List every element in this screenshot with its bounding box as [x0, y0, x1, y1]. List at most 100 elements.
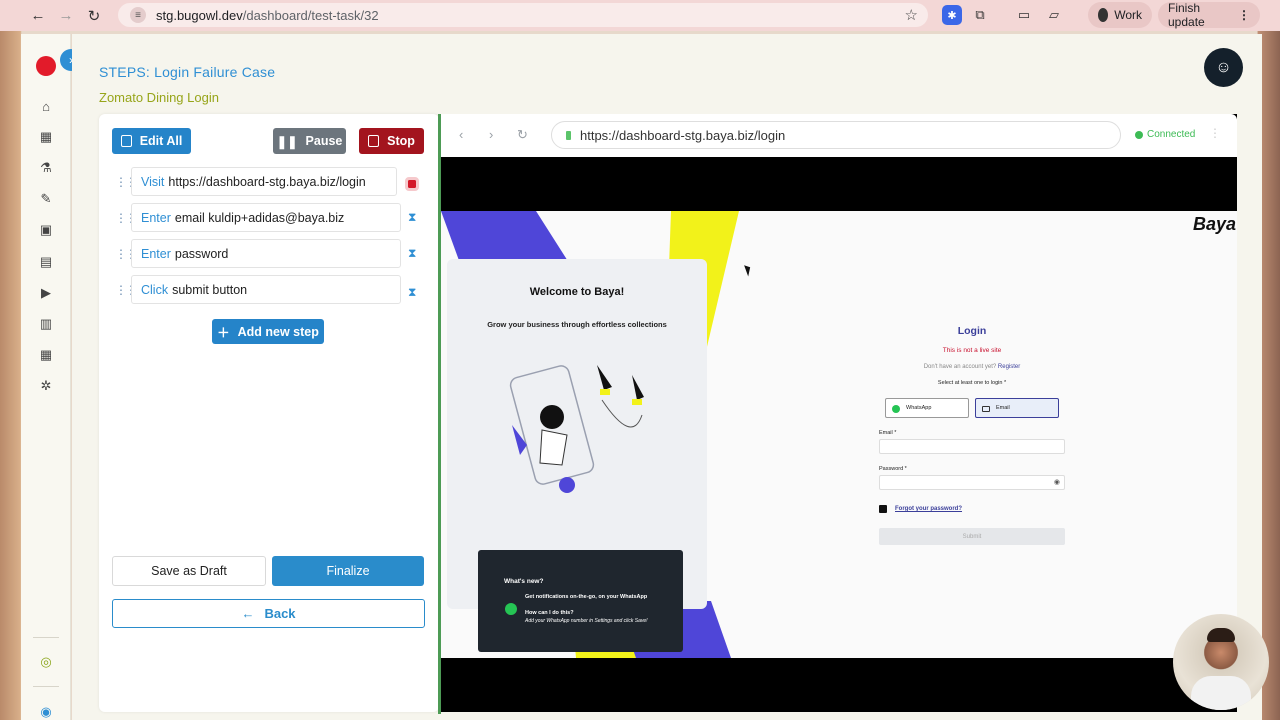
back-label: Back — [264, 606, 296, 621]
save-draft-button[interactable]: Save as Draft — [112, 556, 266, 586]
steps-panel: Edit All ❚❚ Pause Stop ⋮⋮ Visit https://da… — [99, 114, 439, 712]
email-label: Email * — [879, 430, 897, 436]
calendar-icon[interactable]: ▦ — [36, 345, 56, 365]
webcam-person — [1191, 676, 1251, 710]
webcam-person — [1207, 628, 1235, 642]
page-title: STEPS: Login Failure Case — [99, 64, 276, 80]
update-label: Finish update — [1168, 1, 1205, 29]
embedded-url-bar[interactable]: https://dashboard-stg.baya.biz/login — [551, 121, 1121, 149]
step-verb: Enter — [141, 210, 171, 225]
embedded-browser-toolbar: ‹ › ↻ https://dashboard-stg.baya.biz/log… — [441, 114, 1237, 157]
email-option[interactable]: Email — [975, 398, 1059, 418]
pause-icon: ❚❚ — [276, 134, 298, 149]
step-verb: Enter — [141, 246, 171, 261]
finalize-button[interactable]: Finalize — [272, 556, 424, 586]
step-item[interactable]: Enter password — [131, 239, 401, 268]
email-field[interactable] — [879, 439, 1065, 454]
embedded-back-icon[interactable]: ‹ — [459, 127, 463, 142]
email-option-label: Email — [996, 405, 1010, 411]
profile-button[interactable]: Work — [1088, 2, 1152, 28]
welcome-title: Welcome to Baya! — [529, 286, 625, 298]
password-field[interactable]: ◉ — [879, 475, 1065, 490]
reading-list-icon[interactable]: ▭ — [1014, 5, 1034, 25]
status-dot-icon — [1135, 130, 1143, 139]
finish-update-button[interactable]: Finish update ⋮ — [1158, 1, 1260, 29]
clipboard-icon — [120, 135, 132, 147]
pause-button[interactable]: ❚❚ Pause — [273, 128, 346, 154]
site-settings-icon[interactable]: ≡ — [130, 7, 146, 23]
live-site-warning: This is not a live site — [942, 347, 1002, 354]
bookmark-star-icon[interactable]: ☆ — [905, 6, 918, 24]
settings-gear-icon[interactable]: ✲ — [36, 376, 56, 396]
stop-button[interactable]: Stop — [359, 128, 424, 154]
address-bar[interactable]: ≡ stg.bugowl.dev/dashboard/test-task/32 … — [118, 3, 928, 27]
embedded-forward-icon[interactable]: › — [489, 127, 493, 142]
whatsapp-option[interactable]: WhatsApp — [885, 398, 969, 418]
video-play-icon[interactable]: ▶ — [36, 283, 56, 303]
no-account-text: Don't have an account yet? — [923, 364, 997, 370]
stop-label: Stop — [387, 134, 415, 148]
mail-icon — [982, 406, 990, 412]
help-lifebuoy-icon[interactable]: ◎ — [36, 652, 56, 672]
flask-icon[interactable]: ⚗ — [36, 158, 56, 178]
profile-label: Work — [1114, 8, 1142, 22]
step-text: https://dashboard-stg.baya.biz/login — [168, 174, 366, 189]
embedded-browser: ‹ › ↻ https://dashboard-stg.baya.biz/log… — [441, 114, 1237, 712]
forgot-password-link[interactable]: Forgot your password? — [895, 506, 962, 512]
more-vert-icon[interactable]: ⋮ — [1209, 126, 1221, 140]
edit-all-label: Edit All — [139, 134, 183, 148]
back-arrow-icon[interactable]: ← — [27, 5, 49, 27]
home-icon[interactable]: ⌂ — [36, 96, 56, 116]
document-icon[interactable]: ▤ — [36, 252, 56, 272]
hourglass-icon: ⧗ — [408, 285, 417, 299]
extension-icon[interactable]: ✱ — [942, 5, 962, 25]
puzzle-icon[interactable]: ⧉ — [970, 5, 990, 25]
whats-new-question: How can I do this? — [525, 610, 574, 616]
back-button[interactable]: ← Back — [112, 599, 425, 628]
embedded-url-text: https://dashboard-stg.baya.biz/login — [580, 127, 786, 143]
url-host: stg.bugowl.dev — [156, 7, 243, 23]
step-item[interactable]: Click submit button — [131, 275, 401, 304]
pause-label: Pause — [305, 134, 343, 148]
illustration-image — [509, 365, 644, 493]
whatsapp-option-label: WhatsApp — [906, 405, 932, 411]
page-subtitle: Zomato Dining Login — [99, 90, 219, 105]
welcome-card: Welcome to Baya! Grow your business thro… — [447, 259, 707, 652]
submit-button[interactable]: Submit — [879, 528, 1065, 545]
step-verb: Visit — [141, 174, 165, 189]
pencil-icon[interactable]: ✎ — [36, 189, 56, 209]
step-item[interactable]: Enter email kuldip+adidas@baya.biz — [131, 203, 401, 232]
forward-arrow-icon[interactable]: → — [55, 5, 77, 27]
reload-icon[interactable]: ↻ — [83, 5, 105, 27]
whats-new-card: What's new? Get notifications on-the-go,… — [478, 550, 683, 652]
select-login-prompt: Select at least one to login * — [937, 380, 1007, 386]
analytics-icon[interactable]: ▥ — [36, 314, 56, 334]
app-logo — [36, 56, 56, 76]
secure-icon — [566, 131, 571, 140]
add-step-label: Add new step — [237, 324, 319, 339]
edit-all-button[interactable]: Edit All — [112, 128, 191, 154]
main-content: STEPS: Login Failure Case Zomato Dining … — [72, 34, 1262, 720]
owl-logo-icon: ◉ — [40, 704, 52, 719]
app-sidebar: › ⌂ ▦ ⚗ ✎ ▣ ▤ ▶ ▥ ▦ ✲ ◎ ◉ — [21, 34, 82, 720]
register-link[interactable]: Register — [998, 364, 1020, 370]
step-item[interactable]: Visit https://dashboard-stg.baya.biz/logi… — [131, 167, 397, 196]
eye-icon[interactable]: ◉ — [1054, 478, 1060, 486]
step-text: email kuldip+adidas@baya.biz — [174, 210, 345, 225]
whatsapp-icon — [892, 405, 900, 413]
connection-status-label: Connected — [1147, 129, 1196, 140]
cast-icon[interactable]: ▱ — [1044, 5, 1064, 25]
whats-new-line: Get notifications on-the-go, on your Wha… — [525, 594, 648, 600]
url-path: /dashboard/test-task/32 — [242, 7, 379, 23]
webcam-overlay — [1173, 614, 1269, 710]
embedded-reload-icon[interactable]: ↻ — [517, 127, 528, 143]
dashboard-grid-icon[interactable]: ▦ — [36, 127, 56, 147]
arrow-left-icon: ← — [241, 606, 255, 621]
more-vert-icon: ⋮ — [1238, 8, 1250, 22]
step-running-icon[interactable] — [405, 177, 419, 191]
password-label: Password * — [879, 466, 907, 472]
add-new-step-button[interactable]: ＋ Add new step — [212, 319, 324, 344]
briefcase-icon[interactable]: ▣ — [36, 220, 56, 240]
sidebar-divider — [33, 686, 59, 687]
user-avatar-button[interactable]: ☺ — [1204, 48, 1243, 87]
